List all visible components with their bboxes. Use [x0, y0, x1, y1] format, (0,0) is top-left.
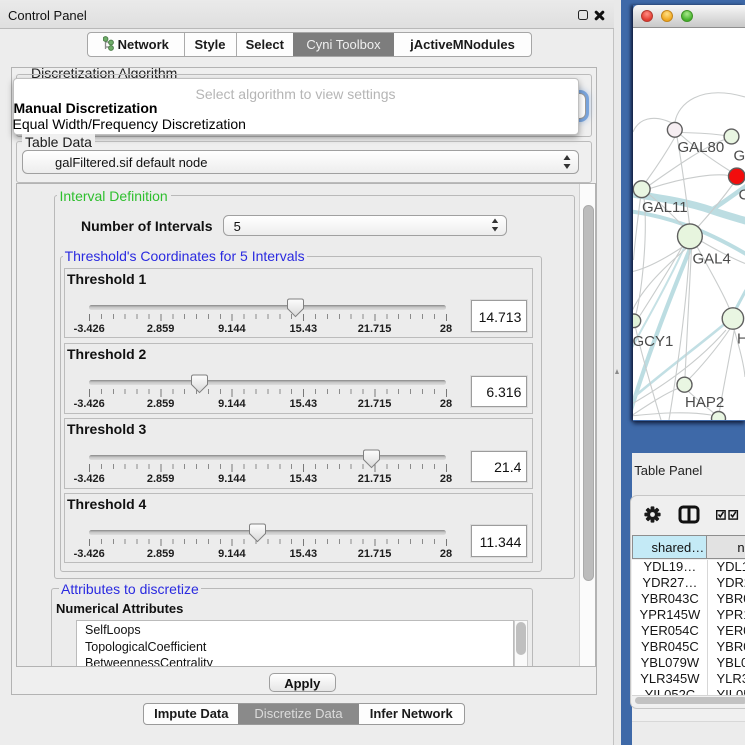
svg-text:GAL11: GAL11 [642, 199, 688, 216]
svg-text:GAL4: GAL4 [693, 251, 731, 268]
svg-text:GAL80: GAL80 [678, 139, 725, 156]
svg-text:HAP2: HAP2 [685, 394, 724, 411]
svg-text:H: H [737, 331, 745, 348]
svg-text:C: C [739, 186, 745, 203]
svg-text:GA: GA [734, 147, 745, 164]
svg-text:GCY1: GCY1 [633, 333, 673, 350]
